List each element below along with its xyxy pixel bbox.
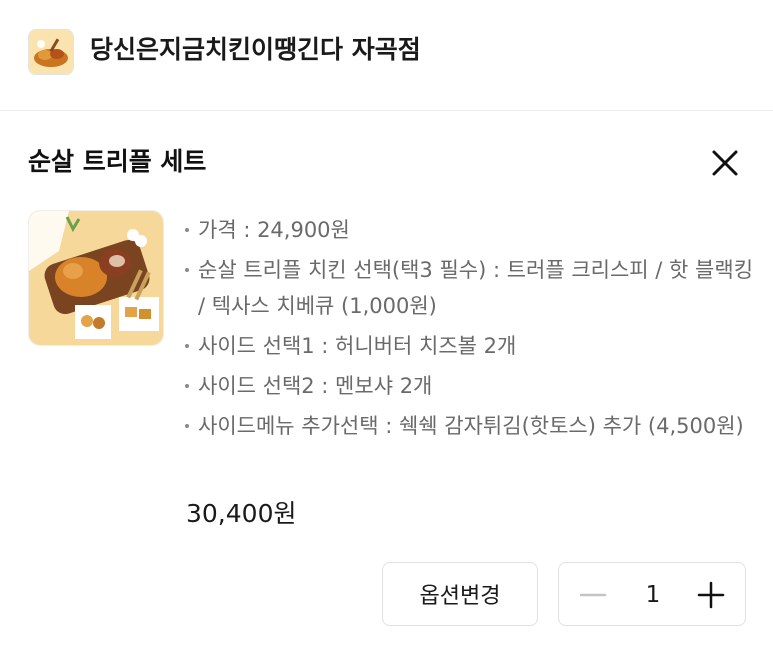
product-image — [28, 210, 164, 346]
store-logo — [28, 29, 74, 75]
close-icon — [712, 150, 738, 176]
cart-item-dialog: 당신은지금치킨이땡긴다 자곡점 순살 트리플 세트 가격: 24,900원 순… — [0, 0, 773, 663]
product-title: 순살 트리플 세트 — [28, 147, 207, 176]
detail-price: 가격 : 24,900원 — [184, 212, 754, 248]
quantity-stepper: 1 — [558, 562, 746, 626]
decrease-quantity-button[interactable] — [577, 579, 609, 611]
plus-icon — [697, 581, 725, 609]
quantity-value: 1 — [645, 582, 661, 608]
detail-chicken-selection: 순살 트리플 치킨 선택(택3 필수) : 트러플 크리스피 / 핫 블랙킹 /… — [184, 252, 754, 324]
detail-side-2: 사이드 선택2 : 멘보샤 2개 — [184, 368, 754, 404]
increase-quantity-button[interactable] — [695, 579, 727, 611]
minus-icon — [579, 593, 607, 597]
detail-side-1: 사이드 선택1 : 허니버터 치즈볼 2개 — [184, 328, 754, 364]
close-button[interactable] — [704, 142, 746, 184]
total-price: 30,400원 — [186, 499, 297, 528]
store-header: 당신은지금치킨이땡긴다 자곡점 — [0, 0, 773, 111]
option-details: 가격 : 24,900원 순살 트리플 치킨 선택(택3 필수) : 트러플 크… — [184, 212, 754, 448]
store-name: 당신은지금치킨이땡긴다 자곡점 — [90, 35, 421, 64]
option-change-button[interactable]: 옵션변경 — [382, 562, 538, 626]
detail-side-extra: 사이드메뉴 추가선택 : 쉑쉑 감자튀김(핫토스) 추가 (4,500원) — [184, 408, 754, 444]
